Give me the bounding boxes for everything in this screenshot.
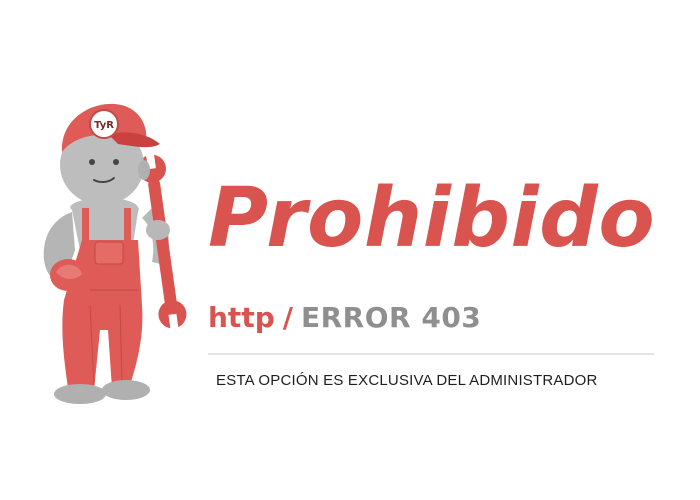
error-code: ERROR 403 [300,301,482,334]
error-protocol: http [208,301,275,334]
error-code-line: http / ERROR 403 [208,304,481,332]
divider-line [208,353,654,355]
error-message: ESTA OPCIÓN ES EXCLUSIVA DEL ADMINISTRAD… [216,372,598,389]
cap-badge-text: TyR [94,120,114,131]
error-separator: / [282,301,293,334]
page-title: Prohibido [208,171,656,266]
mechanic-mascot-illustration: TyR [43,103,187,404]
